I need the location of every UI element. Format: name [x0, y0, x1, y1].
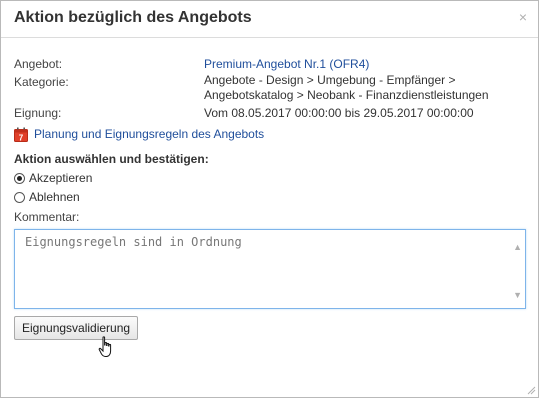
comment-label: Kommentar: — [14, 210, 80, 224]
resize-grip-icon[interactable] — [526, 385, 536, 395]
radio-accept[interactable]: Akzeptieren — [14, 171, 92, 185]
svg-text:7: 7 — [19, 134, 24, 143]
comment-text[interactable]: Eignungsregeln sind in Ordnung — [25, 235, 242, 249]
offer-value: Premium-Angebot Nr.1 (OFR4) — [204, 57, 370, 71]
category-value-line2: Angebotskatalog > Neobank - Finanzdienst… — [204, 88, 489, 102]
calendar-icon: 7 — [14, 127, 28, 143]
eligibility-value: Vom 08.05.2017 00:00:00 bis 29.05.2017 0… — [204, 106, 474, 120]
radio-reject-input[interactable] — [14, 191, 25, 203]
close-icon[interactable]: × — [519, 9, 527, 25]
offer-label: Angebot: — [14, 57, 63, 71]
category-value-line1: Angebote - Design > Umgebung - Empfänger… — [204, 73, 456, 87]
radio-accept-label[interactable]: Akzeptieren — [29, 171, 92, 185]
dialog-titlebar: Aktion bezüglich des Angebots × — [1, 1, 538, 38]
scroll-down-icon[interactable]: ▼ — [513, 290, 522, 300]
eligibility-label: Eignung: — [14, 106, 62, 120]
planning-link[interactable]: Planung und Eignungsregeln des Angebots — [34, 127, 264, 141]
comment-textarea[interactable]: Eignungsregeln sind in Ordnung ▲ ▼ — [14, 229, 526, 309]
offer-action-dialog: Aktion bezüglich des Angebots × Angebot:… — [0, 0, 539, 398]
scroll-up-icon[interactable]: ▲ — [513, 242, 522, 252]
radio-accept-input[interactable] — [14, 172, 25, 184]
radio-reject-label[interactable]: Ablehnen — [29, 190, 80, 204]
action-section-title: Aktion auswählen und bestätigen: — [14, 152, 209, 166]
planning-row: 7 Planung und Eignungsregeln des Angebot… — [14, 127, 264, 143]
radio-reject[interactable]: Ablehnen — [14, 190, 80, 204]
dialog-title: Aktion bezüglich des Angebots — [14, 9, 252, 26]
validate-eligibility-button[interactable]: Eignungsvalidierung — [14, 316, 139, 340]
dialog-body: Angebot: Premium-Angebot Nr.1 (OFR4) Kat… — [1, 38, 538, 397]
hand-cursor-icon — [98, 336, 112, 357]
category-label: Kategorie: — [14, 75, 69, 89]
